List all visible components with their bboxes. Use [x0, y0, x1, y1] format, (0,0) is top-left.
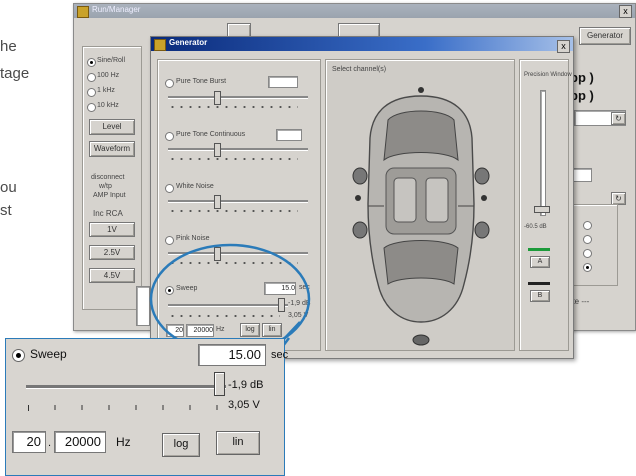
sweep-zoom-panel: Sweep 15.00 sec -1,9 dB 3,05 V 20 . 2000… [5, 338, 289, 476]
lin-button[interactable]: lin [216, 431, 260, 455]
freq-separator: . [48, 437, 52, 449]
sweep-slider-thumb[interactable] [214, 372, 225, 396]
sweep-level-slider[interactable] [26, 385, 226, 389]
log-button[interactable]: log [162, 433, 200, 457]
sweep-level-volt: 3,05 V [228, 399, 260, 411]
sweep-time-unit: sec [271, 349, 289, 361]
sweep-label: Sweep [30, 347, 67, 361]
sweep-radio[interactable] [12, 349, 25, 362]
freq-end-field[interactable]: 20000 [54, 431, 106, 453]
sweep-tick-marks [28, 405, 218, 410]
freq-unit: Hz [116, 435, 131, 449]
freq-start-field[interactable]: 20 [12, 431, 46, 453]
sweep-time-field[interactable]: 15.00 [198, 344, 266, 366]
sweep-level-db: -1,9 dB [228, 379, 264, 391]
